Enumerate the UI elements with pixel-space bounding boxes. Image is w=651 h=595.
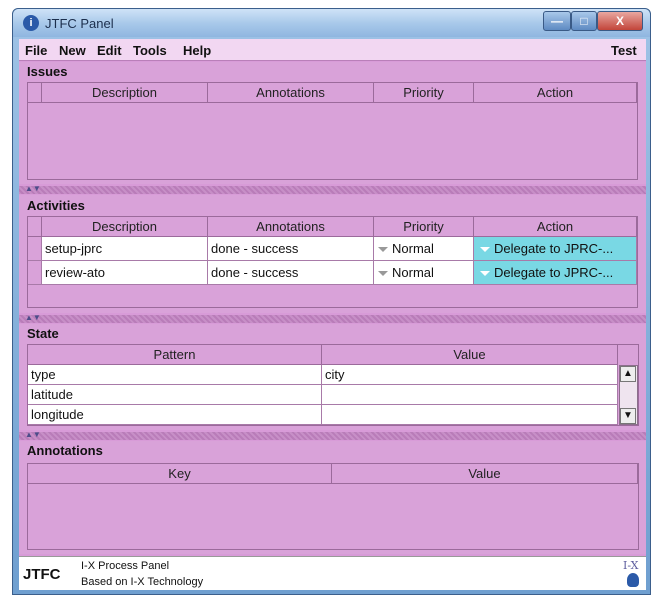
- state-panel: State Pattern Value type city latitude l…: [19, 324, 646, 430]
- activities-header-action[interactable]: Action: [474, 217, 637, 237]
- footer-line2: Based on I-X Technology: [81, 576, 204, 588]
- issues-table[interactable]: Description Annotations Priority Action: [27, 82, 638, 180]
- issues-header-action[interactable]: Action: [474, 83, 637, 103]
- annotations-title: Annotations: [27, 443, 103, 458]
- issues-panel: Issues Description Annotations Priority …: [19, 62, 646, 184]
- state-pattern[interactable]: type: [28, 365, 322, 385]
- menu-new[interactable]: New: [59, 43, 86, 58]
- splitter-arrows[interactable]: ▲▼: [25, 430, 41, 439]
- activity-annotations[interactable]: done - success: [208, 237, 374, 261]
- state-table[interactable]: Pattern Value type city latitude longitu…: [27, 344, 639, 426]
- issues-header-priority[interactable]: Priority: [374, 83, 474, 103]
- application-window: i JTFC Panel — □ X File New Edit Tools H…: [12, 8, 651, 595]
- splitter-arrows[interactable]: ▲▼: [25, 313, 41, 322]
- app-icon: i: [23, 15, 39, 31]
- table-row[interactable]: review-ato done - success Normal Delegat…: [28, 261, 637, 285]
- close-button[interactable]: X: [597, 11, 643, 31]
- activity-priority-dropdown[interactable]: Normal: [374, 237, 474, 261]
- issues-activities-splitter[interactable]: ▲▼: [19, 184, 646, 194]
- menu-file[interactable]: File: [25, 43, 47, 58]
- activities-header-annotations[interactable]: Annotations: [208, 217, 374, 237]
- row-gutter[interactable]: [28, 237, 42, 261]
- panel-client-area: File New Edit Tools Help Test Issues Des…: [19, 39, 646, 590]
- ix-logo-icon: [627, 573, 639, 587]
- activity-description[interactable]: setup-jprc: [42, 237, 208, 261]
- scroll-down-icon[interactable]: ▼: [620, 408, 636, 424]
- activities-panel: Activities Description Annotations Prior…: [19, 195, 646, 313]
- state-pattern[interactable]: longitude: [28, 405, 322, 425]
- state-value[interactable]: [322, 385, 618, 405]
- annotations-header-key[interactable]: Key: [28, 464, 332, 484]
- activity-priority-dropdown[interactable]: Normal: [374, 261, 474, 285]
- table-row[interactable]: setup-jprc done - success Normal Delegat…: [28, 237, 637, 261]
- activities-table[interactable]: Description Annotations Priority Action …: [27, 216, 638, 308]
- activities-header-priority[interactable]: Priority: [374, 217, 474, 237]
- issues-header-description[interactable]: Description: [42, 83, 208, 103]
- activities-header-gutter: [28, 217, 42, 237]
- annotations-header-value[interactable]: Value: [332, 464, 638, 484]
- window-title: JTFC Panel: [45, 16, 114, 31]
- activities-state-splitter[interactable]: ▲▼: [19, 313, 646, 323]
- annotations-table[interactable]: Key Value: [27, 463, 639, 550]
- issues-header-gutter: [28, 83, 42, 103]
- menu-tools[interactable]: Tools: [133, 43, 167, 58]
- menu-test[interactable]: Test: [611, 43, 637, 58]
- maximize-button[interactable]: □: [571, 11, 597, 31]
- activities-header-description[interactable]: Description: [42, 217, 208, 237]
- title-bar[interactable]: i JTFC Panel — □ X: [13, 9, 650, 37]
- activity-annotations[interactable]: done - success: [208, 261, 374, 285]
- state-annotations-splitter[interactable]: ▲▼: [19, 430, 646, 440]
- state-title: State: [27, 326, 59, 341]
- scroll-up-icon[interactable]: ▲: [620, 366, 636, 382]
- menu-edit[interactable]: Edit: [97, 43, 122, 58]
- menubar: File New Edit Tools Help Test: [19, 39, 646, 61]
- footer: JTFC I-X Process Panel Based on I-X Tech…: [19, 556, 646, 590]
- state-scrollbar[interactable]: ▲ ▼: [619, 365, 638, 425]
- state-header-pattern[interactable]: Pattern: [28, 345, 322, 365]
- state-value[interactable]: city: [322, 365, 618, 385]
- activity-action-dropdown[interactable]: Delegate to JPRC-...: [474, 237, 637, 261]
- minimize-button[interactable]: —: [543, 11, 571, 31]
- activities-title: Activities: [27, 198, 85, 213]
- ix-brand: I-X: [623, 559, 639, 572]
- issues-header-annotations[interactable]: Annotations: [208, 83, 374, 103]
- footer-line1: I-X Process Panel: [81, 560, 170, 572]
- annotations-panel: Annotations Key Value: [19, 441, 646, 554]
- state-pattern[interactable]: latitude: [28, 385, 322, 405]
- activity-description[interactable]: review-ato: [42, 261, 208, 285]
- issues-title: Issues: [27, 64, 68, 79]
- state-header-value[interactable]: Value: [322, 345, 618, 365]
- activity-action-dropdown[interactable]: Delegate to JPRC-...: [474, 261, 637, 285]
- splitter-arrows[interactable]: ▲▼: [25, 184, 41, 193]
- state-value[interactable]: [322, 405, 618, 425]
- jtfc-logo: JTFC: [23, 566, 61, 583]
- row-gutter[interactable]: [28, 261, 42, 285]
- menu-help[interactable]: Help: [183, 43, 211, 58]
